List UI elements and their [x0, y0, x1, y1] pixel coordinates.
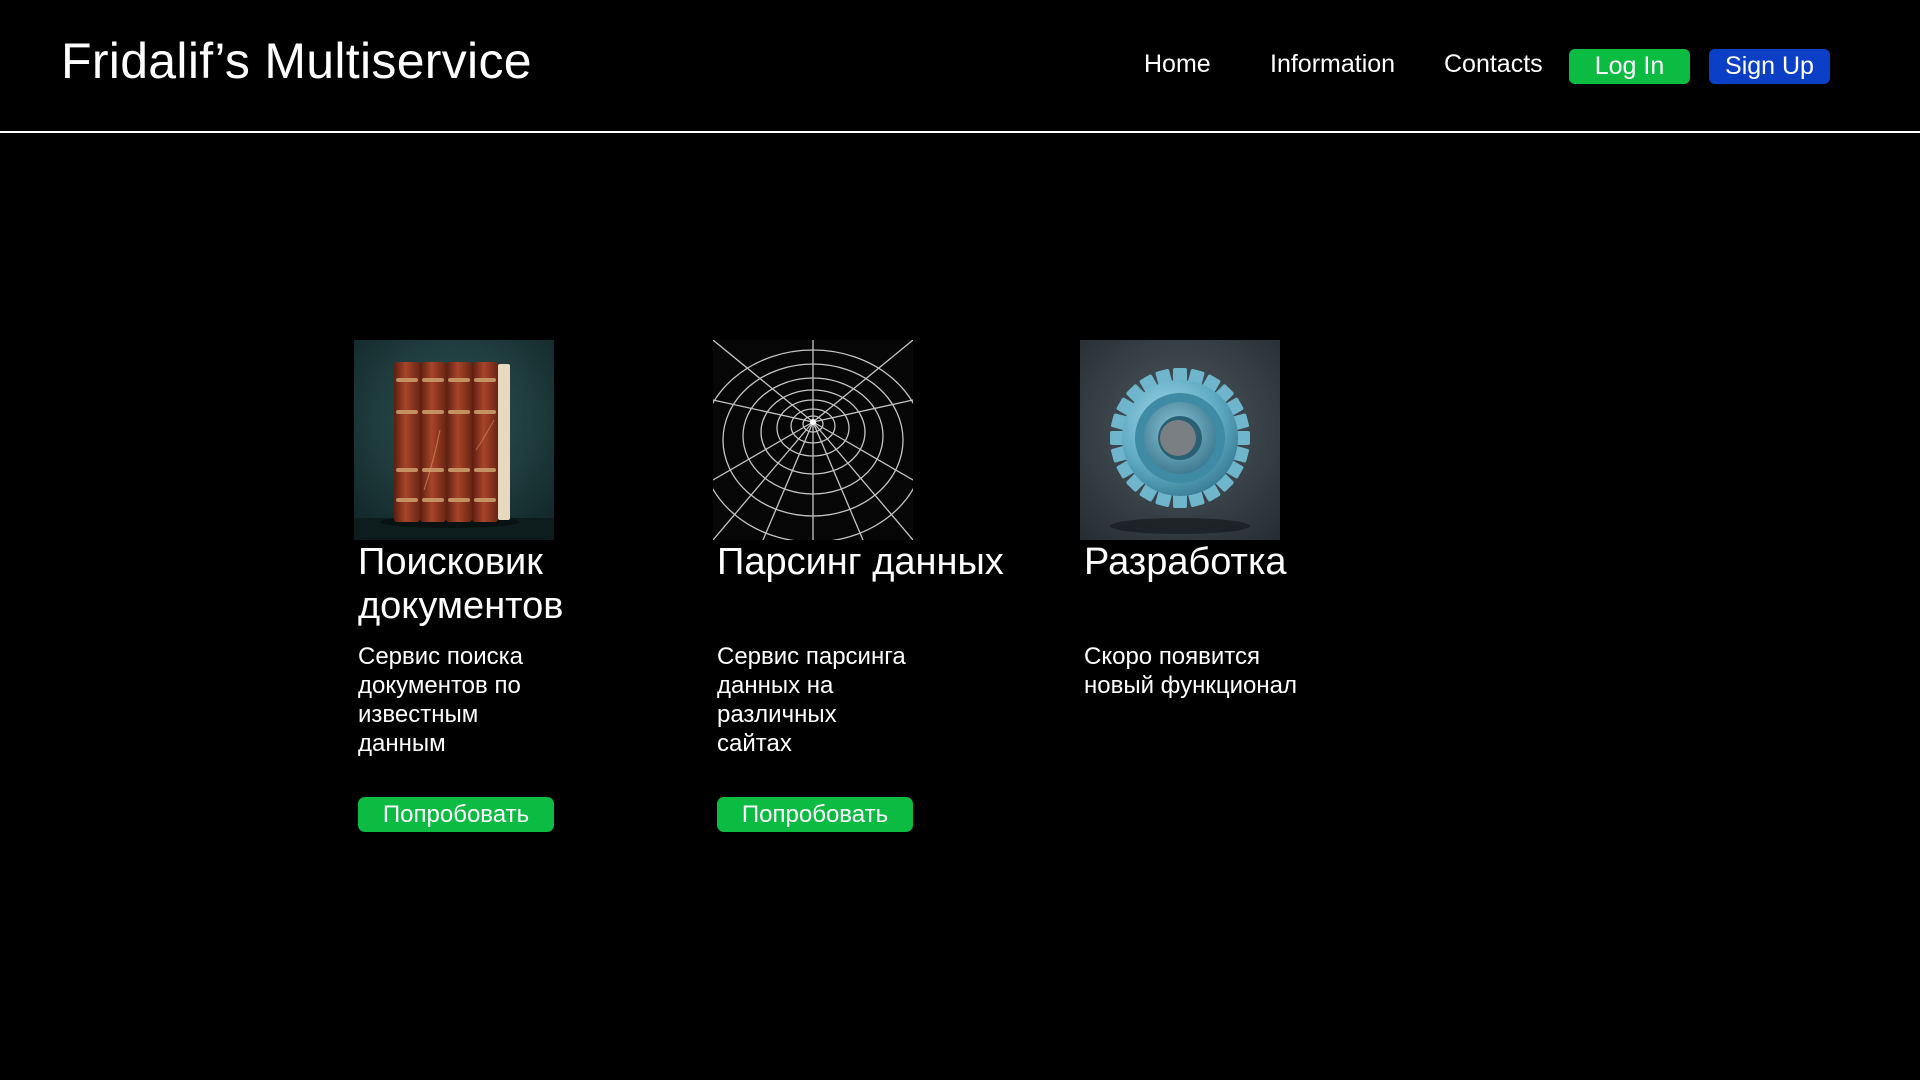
card-description: Сервис парсинга данных на различных сайт…: [717, 643, 906, 757]
signup-button[interactable]: Sign Up: [1709, 49, 1830, 84]
nav-home-link[interactable]: Home: [1144, 48, 1211, 80]
nav-information-link[interactable]: Information: [1270, 48, 1395, 80]
books-image: [354, 340, 554, 540]
card-description: Скоро появится новый функционал: [1084, 643, 1298, 699]
nav-contacts-link[interactable]: Contacts: [1444, 48, 1543, 80]
gear-image: [1080, 340, 1280, 540]
card-title: Разработка: [1084, 541, 1287, 583]
site-header: Fridalif’s Multiservice Home Information…: [0, 0, 1920, 131]
header-divider: [0, 131, 1920, 133]
card-description: Сервис поиска документов по известным да…: [358, 643, 523, 757]
site-title[interactable]: Fridalif’s Multiservice: [61, 30, 532, 92]
card-title: Парсинг данных: [717, 541, 1004, 583]
spider-web-image: [713, 340, 913, 540]
login-button[interactable]: Log In: [1569, 49, 1690, 84]
card-title: Поисковик документов: [358, 541, 564, 627]
page: Fridalif’s Multiservice Home Information…: [0, 0, 1920, 1080]
try-documents-button[interactable]: Попробовать: [358, 797, 554, 832]
try-parsing-button[interactable]: Попробовать: [717, 797, 913, 832]
